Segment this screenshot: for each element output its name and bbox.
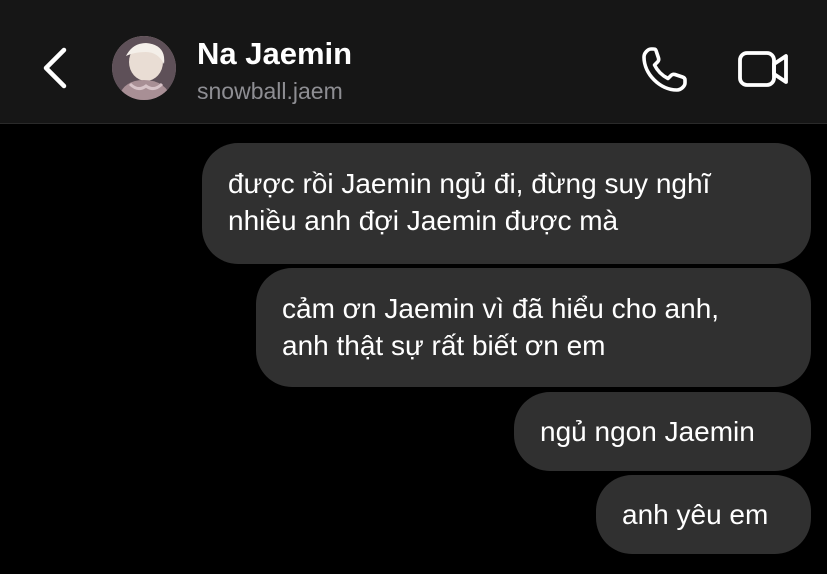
message-text-line: cảm ơn Jaemin vì đã hiểu cho anh, — [282, 293, 720, 324]
call-button[interactable] — [638, 44, 690, 94]
message-text-line: nhiều anh đợi Jaemin được mà — [228, 205, 619, 236]
message-text-line: được rồi Jaemin ngủ đi, đừng suy nghĩ — [228, 168, 711, 199]
contact-name[interactable]: Na Jaemin — [197, 36, 352, 72]
chevron-left-icon — [43, 47, 67, 89]
message-thread: được rồi Jaemin ngủ đi, đừng suy nghĩ nh… — [0, 124, 827, 574]
avatar[interactable] — [112, 36, 176, 100]
message-text-line: anh thật sự rất biết ơn em — [282, 330, 606, 361]
contact-handle[interactable]: snowball.jaem — [197, 78, 343, 105]
video-camera-icon — [738, 51, 788, 87]
avatar-image — [112, 36, 176, 100]
message-text-line: anh yêu em — [622, 499, 769, 530]
message-bubble-sent[interactable]: ngủ ngon Jaemin — [514, 392, 811, 471]
message-text-line: ngủ ngon Jaemin — [540, 416, 755, 447]
message-bubble-sent[interactable]: được rồi Jaemin ngủ đi, đừng suy nghĩ nh… — [202, 143, 811, 264]
phone-icon — [642, 47, 687, 92]
message-bubble-sent[interactable]: cảm ơn Jaemin vì đã hiểu cho anh, anh th… — [256, 268, 811, 387]
message-bubble-sent[interactable]: anh yêu em — [596, 475, 811, 554]
chat-header: Na Jaemin snowball.jaem — [0, 0, 827, 124]
back-button[interactable] — [36, 44, 76, 92]
video-call-button[interactable] — [734, 44, 792, 94]
